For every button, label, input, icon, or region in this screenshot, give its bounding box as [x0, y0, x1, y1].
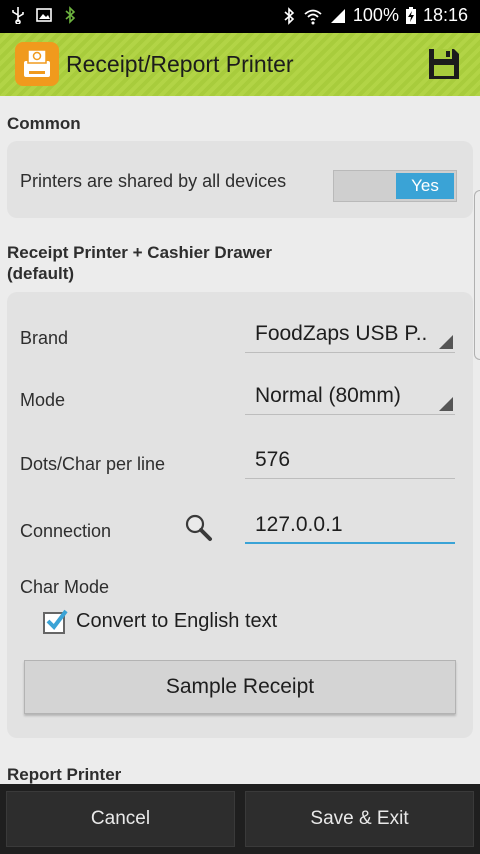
mode-spinner[interactable]: Normal (80mm): [245, 381, 455, 415]
bluetooth-status-icon: [284, 6, 295, 25]
search-icon[interactable]: [183, 512, 213, 542]
dropdown-arrow-icon: [439, 397, 453, 411]
section-title-common: Common: [7, 114, 81, 133]
settings-content[interactable]: Common Printers are shared by all device…: [0, 96, 480, 784]
signal-icon: [330, 8, 345, 23]
image-icon: [36, 8, 52, 22]
action-bar: Receipt/Report Printer: [0, 33, 480, 96]
toggle-on-label: Yes: [396, 173, 454, 199]
save-exit-button[interactable]: Save & Exit: [245, 791, 474, 847]
section-title-line2: (default): [7, 264, 75, 283]
receipt-printer-card: Brand FoodZaps USB P.. Mode Normal (80mm…: [7, 292, 473, 738]
dots-input[interactable]: 576: [245, 445, 455, 479]
brand-label: Brand: [20, 328, 69, 348]
convert-english-label[interactable]: Convert to English text: [76, 610, 277, 633]
cancel-button[interactable]: Cancel: [6, 791, 235, 847]
status-bar: 100% 18:16: [0, 0, 480, 33]
bluetooth-icon: [65, 6, 76, 24]
usb-icon: [12, 7, 24, 24]
mode-label: Mode: [20, 390, 66, 410]
scroll-indicator[interactable]: [474, 190, 480, 360]
convert-english-checkbox[interactable]: [43, 609, 68, 634]
save-icon[interactable]: [426, 46, 462, 82]
char-mode-label: Char Mode: [20, 577, 110, 597]
brand-value: FoodZaps USB P..: [255, 322, 428, 345]
shared-printers-label: Printers are shared by all devices: [20, 171, 287, 191]
checkmark-icon: [46, 609, 68, 631]
page-title: Receipt/Report Printer: [66, 51, 294, 77]
mode-value: Normal (80mm): [255, 384, 401, 407]
section-title-report-printer: Report Printer: [7, 765, 122, 784]
section-title-receipt-printer: Receipt Printer + Cashier Drawer (defaul…: [7, 242, 272, 284]
dropdown-arrow-icon: [439, 335, 453, 349]
clock: 18:16: [422, 5, 468, 25]
connection-label: Connection: [20, 521, 112, 541]
section-title-line1: Receipt Printer + Cashier Drawer: [7, 243, 273, 262]
common-card: Printers are shared by all devices Yes: [7, 141, 473, 218]
sample-receipt-button[interactable]: Sample Receipt: [24, 660, 456, 714]
notification-icons: [10, 6, 78, 24]
wifi-icon: [304, 9, 322, 24]
app-logo-icon[interactable]: [15, 42, 59, 86]
dots-label: Dots/Char per line: [20, 454, 166, 474]
connection-input[interactable]: 127.0.0.1: [245, 510, 455, 544]
bottom-bar: Cancel Save & Exit: [0, 784, 480, 854]
system-icons: 100% 18:16: [281, 5, 468, 26]
shared-printers-toggle[interactable]: Yes: [333, 170, 457, 202]
battery-charging-icon: [405, 6, 416, 24]
brand-spinner[interactable]: FoodZaps USB P..: [245, 319, 455, 353]
battery-percent: 100%: [352, 5, 399, 25]
